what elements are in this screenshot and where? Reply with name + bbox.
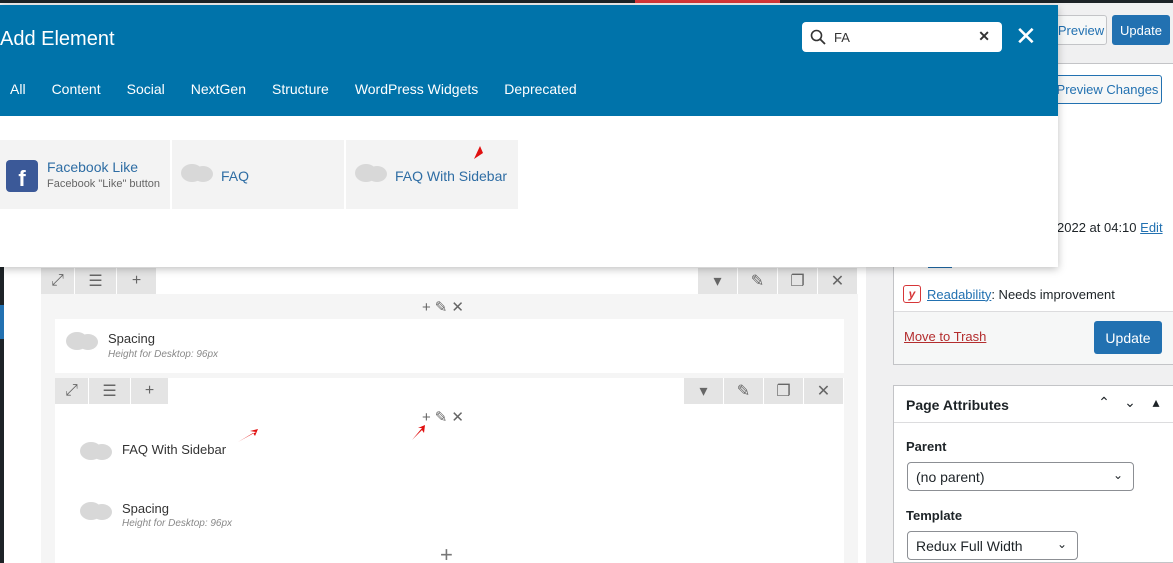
result-title: FAQ bbox=[221, 168, 250, 184]
result-title: Facebook Like bbox=[47, 159, 139, 175]
search-box[interactable]: ✕ bbox=[802, 22, 1002, 52]
preview-button[interactable]: Preview bbox=[1055, 15, 1107, 45]
clear-search-icon[interactable]: ✕ bbox=[978, 28, 990, 45]
result-title: FAQ With Sidebar bbox=[395, 168, 508, 184]
add-element-icon[interactable]: + bbox=[422, 409, 431, 426]
element-cloud-icon bbox=[66, 332, 98, 350]
update-button[interactable]: Update bbox=[1094, 321, 1162, 354]
parent-select-value: (no parent) bbox=[916, 468, 985, 485]
edit-date-link[interactable]: Edit bbox=[1140, 220, 1162, 235]
add-element-modal: Add Element ✕ ✕ All Content Social NextG… bbox=[0, 5, 1058, 267]
tab-all[interactable]: All bbox=[10, 81, 26, 103]
update-top-button[interactable]: Update bbox=[1112, 15, 1170, 45]
toggle-arrow-icon[interactable]: ▴ bbox=[1147, 394, 1165, 411]
search-input[interactable] bbox=[834, 28, 974, 46]
result-faq-with-sidebar[interactable]: FAQ With Sidebar bbox=[346, 140, 518, 209]
duplicate-row-icon[interactable]: ❐ bbox=[778, 268, 818, 294]
edit-column-icon[interactable]: ✎ bbox=[435, 298, 448, 316]
tab-content[interactable]: Content bbox=[52, 81, 101, 103]
element-faq-with-sidebar[interactable]: FAQ With Sidebar bbox=[122, 442, 226, 457]
chevron-down-icon: ⌄ bbox=[1056, 537, 1067, 551]
result-facebook-like[interactable]: f Facebook Like Facebook "Like" button bbox=[0, 140, 170, 209]
template-select[interactable]: Redux Full Width ⌄ bbox=[907, 531, 1078, 560]
red-arrow-icon bbox=[412, 425, 425, 440]
expand-icon[interactable]: ⤢ bbox=[41, 268, 75, 294]
readability-row: y Readability: Needs improvement bbox=[903, 285, 1115, 303]
result-subtitle: Facebook "Like" button bbox=[47, 178, 160, 190]
inner-row-controls: ⤢ ☰ + ▾ ✎ ❐ ✕ bbox=[55, 378, 844, 404]
outer-row-controls: ⤢ ☰ + ▾ ✎ ❐ ✕ bbox=[41, 268, 858, 294]
readability-status: : Needs improvement bbox=[991, 286, 1115, 302]
parent-select[interactable]: (no parent) ⌄ bbox=[907, 462, 1134, 491]
delete-row-icon[interactable]: ✕ bbox=[804, 378, 844, 404]
modal-header: Add Element ✕ ✕ All Content Social NextG… bbox=[0, 5, 1058, 116]
red-arrow-icon bbox=[238, 429, 258, 442]
add-column-icon[interactable]: + bbox=[117, 268, 157, 294]
publish-date: 2022 at 04:10 Edit bbox=[1057, 220, 1163, 235]
preview-changes-button[interactable]: Preview Changes bbox=[1053, 75, 1162, 104]
element-spacing-2[interactable]: Spacing bbox=[122, 501, 169, 516]
dropdown-icon[interactable]: ▾ bbox=[684, 378, 724, 404]
add-column-icon[interactable]: + bbox=[131, 378, 169, 404]
search-icon bbox=[810, 29, 826, 45]
chevron-down-icon[interactable]: ⌄ bbox=[1121, 394, 1139, 411]
admin-top-bar bbox=[0, 0, 1173, 3]
element-cloud-icon bbox=[80, 442, 112, 460]
add-element-bottom-icon[interactable]: + bbox=[440, 542, 453, 563]
element-name: Spacing bbox=[108, 331, 155, 346]
tab-structure[interactable]: Structure bbox=[272, 81, 329, 103]
category-tabs: All Content Social NextGen Structure Wor… bbox=[0, 81, 603, 103]
result-faq[interactable]: FAQ bbox=[172, 140, 344, 209]
edit-column-icon[interactable]: ✎ bbox=[435, 408, 448, 426]
chevron-up-icon[interactable]: ⌃ bbox=[1095, 394, 1113, 411]
close-icon[interactable]: ✕ bbox=[1015, 23, 1037, 49]
tab-wordpress-widgets[interactable]: WordPress Widgets bbox=[355, 81, 478, 103]
facebook-icon: f bbox=[6, 160, 38, 192]
page-attributes-title: Page Attributes bbox=[906, 397, 1009, 413]
element-cloud-icon bbox=[181, 164, 213, 182]
tab-social[interactable]: Social bbox=[127, 81, 165, 103]
page-attributes-header: Page Attributes ⌃ ⌄ ▴ bbox=[894, 386, 1173, 423]
element-subtitle: Height for Desktop: 96px bbox=[122, 518, 233, 529]
edit-row-icon[interactable]: ✎ bbox=[738, 268, 778, 294]
element-subtitle: Height for Desktop: 96px bbox=[108, 349, 219, 360]
publish-date-text: 2022 at 04:10 bbox=[1057, 220, 1137, 235]
parent-label: Parent bbox=[906, 439, 947, 454]
tab-deprecated[interactable]: Deprecated bbox=[504, 81, 576, 103]
duplicate-row-icon[interactable]: ❐ bbox=[764, 378, 804, 404]
tab-nextgen[interactable]: NextGen bbox=[191, 81, 246, 103]
admin-top-bar-highlight bbox=[635, 0, 780, 3]
template-select-value: Redux Full Width bbox=[916, 537, 1023, 554]
inner-row-body: + ✎ ✕ FAQ With Sidebar Spacing Height fo… bbox=[55, 404, 844, 563]
move-to-trash-link[interactable]: Move to Trash bbox=[904, 329, 986, 344]
chevron-down-icon: ⌄ bbox=[1112, 468, 1123, 482]
edit-row-icon[interactable]: ✎ bbox=[724, 378, 764, 404]
readability-link[interactable]: Readability bbox=[927, 287, 991, 302]
yoast-icon: y bbox=[903, 285, 921, 303]
element-cloud-icon bbox=[355, 164, 387, 182]
drag-handle-icon[interactable]: ☰ bbox=[89, 378, 131, 404]
delete-row-icon[interactable]: ✕ bbox=[818, 268, 858, 294]
column-controls: + ✎ ✕ bbox=[422, 298, 464, 317]
delete-column-icon[interactable]: ✕ bbox=[451, 408, 464, 426]
element-spacing-1[interactable]: Spacing Height for Desktop: 96px bbox=[55, 319, 844, 373]
modal-title: Add Element bbox=[0, 28, 115, 50]
page-attributes-box: Page Attributes ⌃ ⌄ ▴ Parent (no parent)… bbox=[893, 385, 1173, 563]
expand-icon[interactable]: ⤢ bbox=[55, 378, 89, 404]
drag-handle-icon[interactable]: ☰ bbox=[75, 268, 117, 294]
red-arrow-icon bbox=[474, 146, 483, 159]
add-element-icon[interactable]: + bbox=[422, 299, 431, 316]
template-label: Template bbox=[906, 508, 963, 523]
inner-column-controls: + ✎ ✕ bbox=[422, 408, 464, 427]
delete-column-icon[interactable]: ✕ bbox=[451, 298, 464, 316]
dropdown-icon[interactable]: ▾ bbox=[698, 268, 738, 294]
element-cloud-icon bbox=[80, 502, 112, 520]
